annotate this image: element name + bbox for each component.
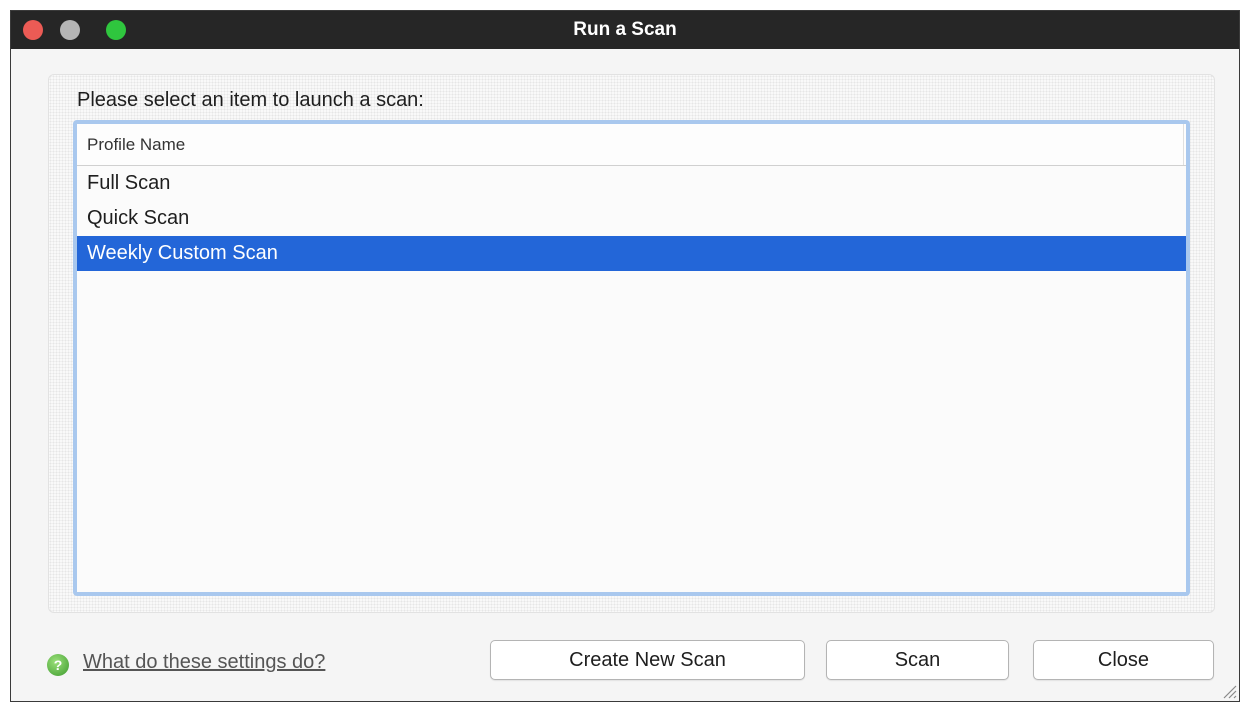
select-prompt: Please select an item to launch a scan: — [77, 89, 424, 111]
window-title: Run a Scan — [573, 19, 677, 40]
help-row: ? What do these settings do? — [47, 647, 325, 677]
close-button[interactable]: Close — [1033, 640, 1214, 680]
column-divider — [1183, 124, 1184, 165]
list-item-weekly-custom-scan[interactable]: Weekly Custom Scan — [77, 236, 1186, 271]
scan-profile-list[interactable]: Profile Name Full Scan Quick Scan Weekly… — [73, 120, 1190, 596]
help-settings-link[interactable]: What do these settings do? — [83, 651, 325, 674]
column-header-profile-name[interactable]: Profile Name — [77, 124, 1186, 166]
resize-grip-icon[interactable] — [1221, 683, 1237, 699]
create-new-scan-button[interactable]: Create New Scan — [490, 640, 805, 680]
scan-button[interactable]: Scan — [826, 640, 1009, 680]
run-a-scan-window: Run a Scan Please select an item to laun… — [10, 10, 1240, 702]
list-item-full-scan[interactable]: Full Scan — [77, 166, 1186, 201]
column-header-label: Profile Name — [87, 135, 186, 154]
question-circle-icon[interactable]: ? — [47, 654, 69, 676]
title-bar[interactable]: Run a Scan — [11, 11, 1239, 49]
list-item-quick-scan[interactable]: Quick Scan — [77, 201, 1186, 236]
